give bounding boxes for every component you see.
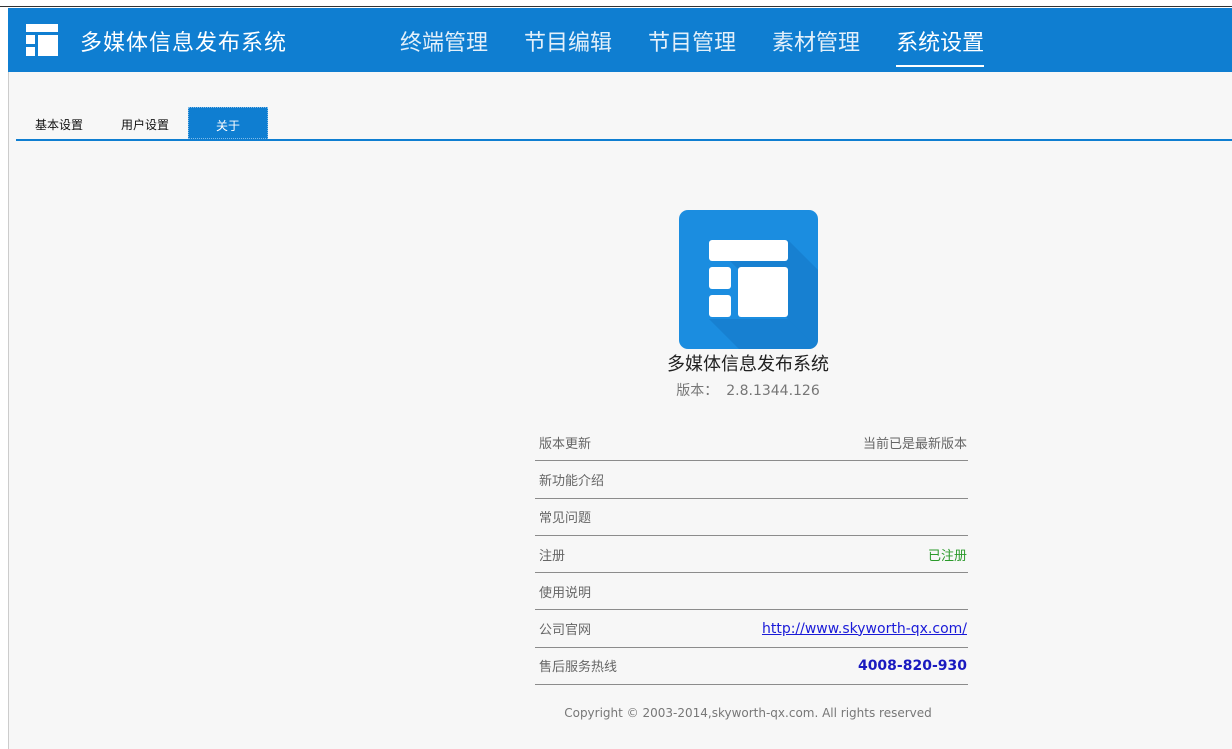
about-info-list: 版本更新 当前已是最新版本 新功能介绍 常见问题 注册 已注册 使用说明 公司官… xyxy=(535,424,968,686)
row-label: 版本更新 xyxy=(539,436,592,452)
row-faq[interactable]: 常见问题 xyxy=(535,499,968,536)
row-new-features[interactable]: 新功能介绍 xyxy=(535,461,968,499)
update-status: 当前已是最新版本 xyxy=(862,436,967,452)
app-header: 多媒体信息发布系统 终端管理 节目编辑 节目管理 素材管理 系统设置 xyxy=(8,8,1232,72)
row-label: 新功能介绍 xyxy=(539,473,605,489)
main-nav: 终端管理 节目编辑 节目管理 素材管理 系统设置 xyxy=(400,25,1020,67)
version-value: 2.8.1344.126 xyxy=(726,383,820,399)
nav-system-settings[interactable]: 系统设置 xyxy=(896,25,985,67)
registration-status: 已注册 xyxy=(927,548,967,564)
app-title: 多媒体信息发布系统 xyxy=(80,31,288,56)
tab-user-settings[interactable]: 用户设置 xyxy=(102,107,188,139)
row-label: 使用说明 xyxy=(539,585,592,601)
row-registration[interactable]: 注册 已注册 xyxy=(535,536,968,574)
service-hotline-number: 4008-820-930 xyxy=(857,657,967,674)
layout-app-icon xyxy=(679,210,818,349)
copyright-text: Copyright © 2003-2014,skyworth-qx.com. A… xyxy=(564,706,932,720)
tab-about[interactable]: 关于 xyxy=(188,107,269,139)
window-top-border xyxy=(0,0,1232,7)
row-version-update[interactable]: 版本更新 当前已是最新版本 xyxy=(535,424,968,462)
tab-basic-settings[interactable]: 基本设置 xyxy=(16,107,102,139)
settings-tabs: 基本设置 用户设置 关于 xyxy=(16,107,269,139)
row-label: 售后服务热线 xyxy=(539,660,618,676)
layout-logo-icon xyxy=(26,24,58,56)
row-service-hotline: 售后服务热线 4008-820-930 xyxy=(535,648,968,686)
tab-underline xyxy=(16,139,1232,141)
about-app-name: 多媒体信息发布系统 xyxy=(667,354,829,375)
row-label: 公司官网 xyxy=(539,623,592,639)
company-website-link[interactable]: http://www.skyworth-qx.com/ xyxy=(762,621,967,637)
row-label: 注册 xyxy=(539,548,566,564)
about-version: 版本： 2.8.1344.126 xyxy=(548,380,948,400)
version-label: 版本： xyxy=(676,383,719,399)
nav-program-management[interactable]: 节目管理 xyxy=(648,25,736,67)
row-company-website: 公司官网 http://www.skyworth-qx.com/ xyxy=(535,610,968,648)
nav-program-editing[interactable]: 节目编辑 xyxy=(524,25,612,67)
nav-terminal-management[interactable]: 终端管理 xyxy=(400,25,488,67)
nav-material-management[interactable]: 素材管理 xyxy=(772,25,860,67)
row-label: 常见问题 xyxy=(539,511,592,527)
row-user-manual[interactable]: 使用说明 xyxy=(535,573,968,611)
